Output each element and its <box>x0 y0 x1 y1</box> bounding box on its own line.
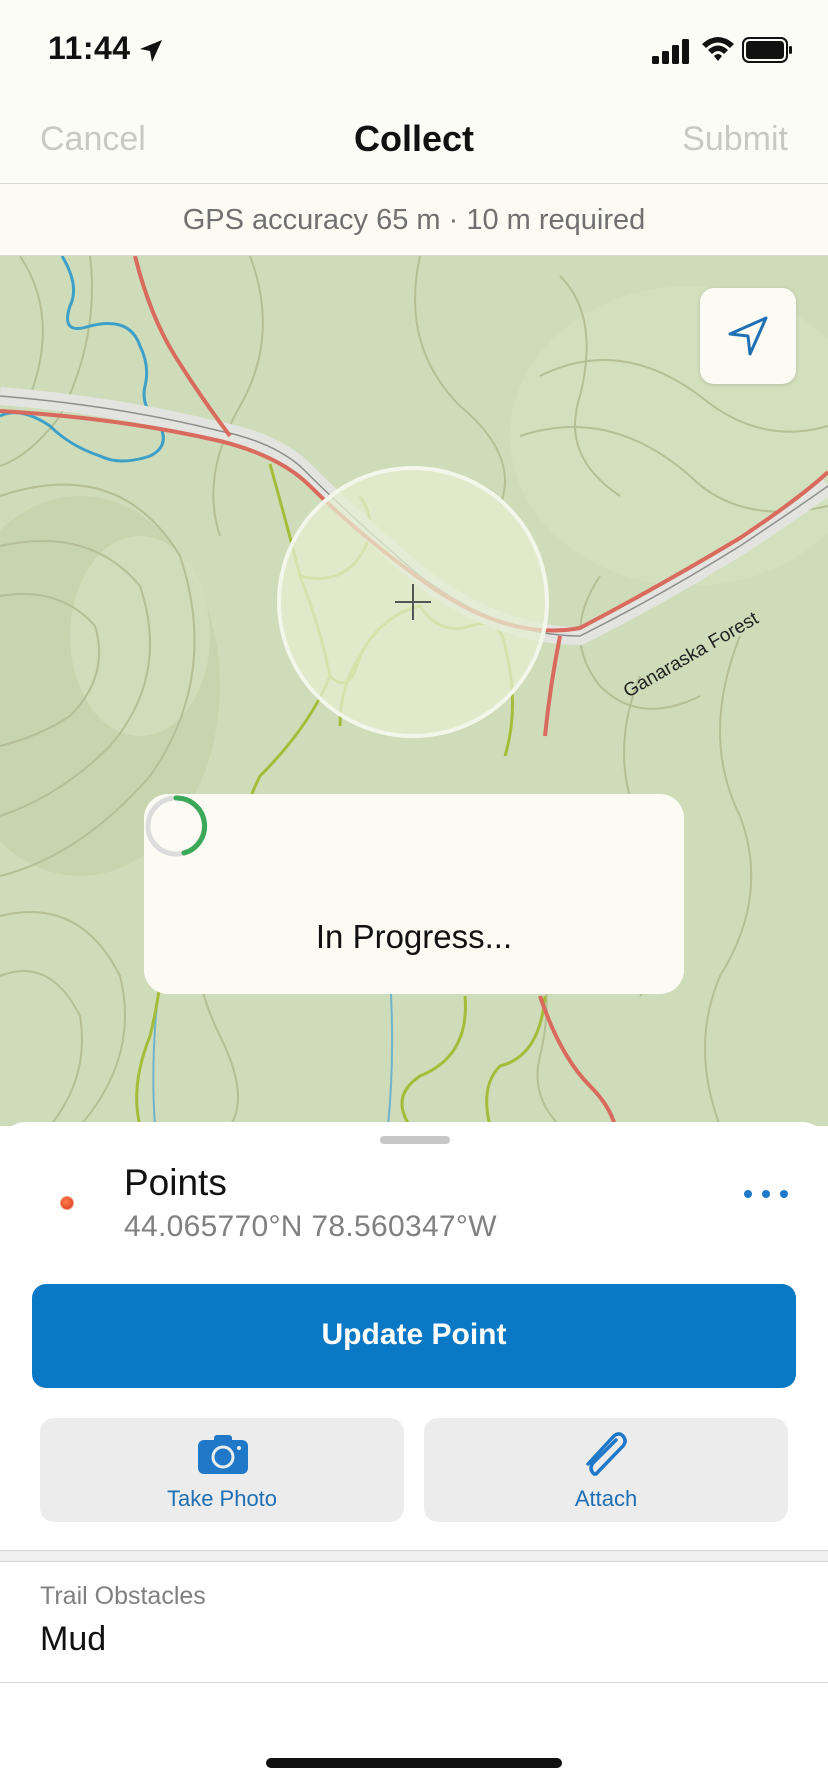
point-coordinates: 44.065770°N 78.560347°W <box>124 1210 497 1243</box>
spinner-icon <box>145 795 208 857</box>
attach-label: Attach <box>574 1486 638 1511</box>
more-options-button[interactable] <box>744 1180 792 1208</box>
progress-text: In Progress... <box>315 918 513 955</box>
cellular-signal-icon <box>652 39 689 64</box>
field-divider <box>0 1682 828 1683</box>
more-horizontal-icon <box>744 1190 752 1198</box>
navigation-arrow-icon <box>728 316 768 356</box>
top-bar: 11:44 Cancel Collect Submit <box>0 0 828 184</box>
attach-button[interactable]: Attach <box>424 1418 788 1522</box>
trail-obstacles-value[interactable]: Mud <box>40 1620 106 1659</box>
point-marker-icon <box>60 1196 74 1210</box>
paperclip-icon <box>586 1432 627 1476</box>
take-photo-button[interactable]: Take Photo <box>40 1418 404 1522</box>
wifi-icon <box>702 37 734 61</box>
progress-overlay: In Progress... <box>144 794 684 994</box>
gps-accuracy-text: GPS accuracy 65 m · 10 m required <box>182 204 646 236</box>
home-indicator[interactable] <box>266 1758 562 1768</box>
submit-button[interactable]: Submit <box>682 120 788 159</box>
section-divider <box>0 1550 828 1562</box>
location-arrow-icon <box>140 40 162 62</box>
topo-map: Ganaraska Forest <box>0 256 828 1126</box>
bottom-sheet: Points 44.065770°N 78.560347°W Update Po… <box>0 1122 828 1792</box>
road-label: Ganaraska Forest <box>620 608 763 703</box>
locate-button[interactable] <box>700 288 796 384</box>
map-view[interactable]: Ganaraska Forest In Progress... <box>0 256 828 1126</box>
update-point-button[interactable]: Update Point <box>32 1284 796 1388</box>
trail-obstacles-label: Trail Obstacles <box>40 1582 206 1610</box>
battery-icon <box>742 37 792 63</box>
update-point-label: Update Point <box>321 1318 507 1351</box>
status-time: 11:44 <box>48 30 131 66</box>
gps-accuracy-bar: GPS accuracy 65 m · 10 m required <box>0 184 828 256</box>
layer-name: Points <box>124 1162 227 1203</box>
camera-icon <box>198 1435 248 1474</box>
sheet-grabber[interactable] <box>380 1136 450 1144</box>
take-photo-label: Take Photo <box>166 1486 278 1511</box>
